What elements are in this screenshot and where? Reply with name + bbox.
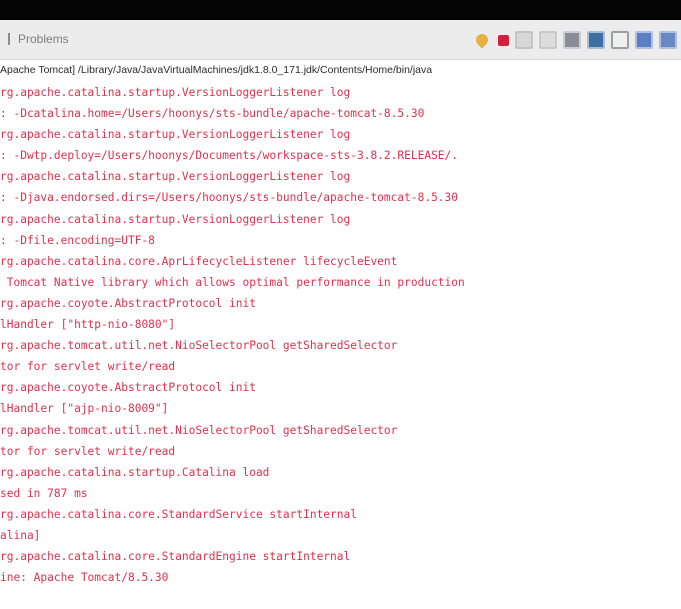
log-line: rg.apache.catalina.startup.VersionLogger…	[0, 128, 351, 142]
log-lines: rg.apache.catalina.startup.VersionLogger…	[0, 82, 681, 588]
window-top-bar	[0, 0, 681, 20]
tab-problems[interactable]: Problems	[0, 32, 69, 46]
log-line: lHandler ["ajp-nio-8009"]	[0, 402, 169, 416]
log-line: rg.apache.tomcat.util.net.NioSelectorPoo…	[0, 423, 398, 437]
log-line: sed in 787 ms	[0, 486, 88, 500]
log-line: rg.apache.catalina.startup.Catalina load	[0, 465, 270, 479]
launch-configuration-label: Apache Tomcat] /Library/Java/JavaVirtual…	[0, 64, 433, 76]
log-line: rg.apache.coyote.AbstractProtocol init	[0, 296, 256, 310]
log-line: : -Dwtp.deploy=/Users/hoonys/Documents/w…	[0, 149, 459, 163]
tab-problems-label: Problems	[18, 32, 69, 46]
remove-all-icon[interactable]	[539, 31, 557, 49]
word-wrap-icon[interactable]	[611, 31, 629, 49]
log-line: tor for servlet write/read	[0, 360, 176, 374]
console-output[interactable]: Apache Tomcat] /Library/Java/JavaVirtual…	[0, 60, 681, 609]
log-line: rg.apache.catalina.startup.VersionLogger…	[0, 170, 351, 184]
log-line: : -Dcatalina.home=/Users/hoonys/sts-bund…	[0, 107, 425, 121]
open-console-icon[interactable]	[659, 31, 677, 49]
log-line: alina]	[0, 528, 41, 542]
pin-icon[interactable]	[473, 31, 491, 49]
log-line: tor for servlet write/read	[0, 444, 176, 458]
log-line: rg.apache.catalina.core.StandardService …	[0, 507, 357, 521]
stop-icon[interactable]	[498, 34, 509, 46]
clear-console-icon[interactable]	[563, 31, 581, 49]
console-view-toolbar: Problems	[0, 20, 681, 60]
log-line: rg.apache.catalina.core.StandardEngine s…	[0, 550, 351, 564]
display-console-icon[interactable]	[635, 31, 653, 49]
log-line: rg.apache.catalina.startup.VersionLogger…	[0, 86, 351, 99]
log-line: rg.apache.coyote.AbstractProtocol init	[0, 381, 256, 395]
log-line: ine: Apache Tomcat/8.5.30	[0, 571, 169, 585]
problems-icon	[0, 33, 10, 45]
remove-launch-icon[interactable]	[515, 31, 533, 49]
log-line: : -Djava.endorsed.dirs=/Users/hoonys/sts…	[0, 191, 459, 205]
log-line: rg.apache.tomcat.util.net.NioSelectorPoo…	[0, 339, 398, 353]
log-line: rg.apache.catalina.startup.VersionLogger…	[0, 212, 351, 226]
log-line: Tomcat Native library which allows optim…	[0, 275, 465, 289]
scroll-lock-icon[interactable]	[587, 31, 605, 49]
log-line: : -Dfile.encoding=UTF-8	[0, 233, 155, 247]
log-line: rg.apache.catalina.core.AprLifecycleList…	[0, 254, 398, 268]
console-actions	[473, 28, 677, 52]
log-line: lHandler ["http-nio-8080"]	[0, 318, 176, 332]
